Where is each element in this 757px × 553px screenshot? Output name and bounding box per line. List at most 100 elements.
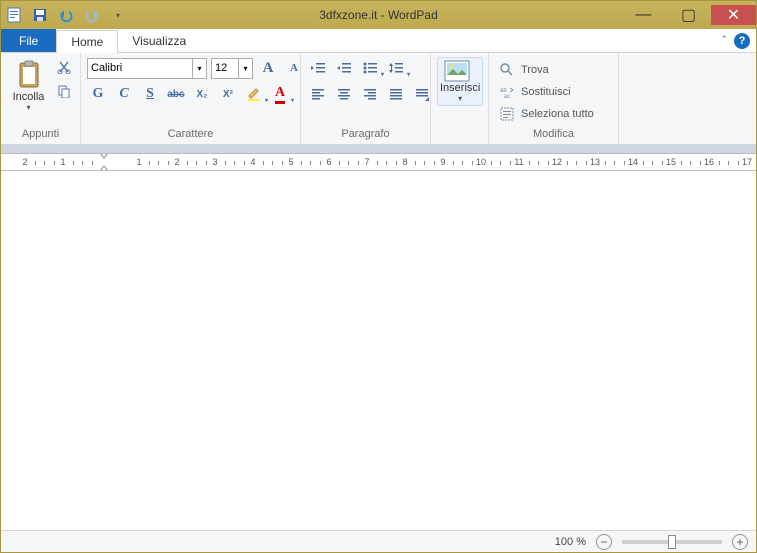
paragraph-dialog-button[interactable]: [411, 83, 433, 105]
find-button[interactable]: Trova: [495, 61, 598, 79]
paragraph-group: ▾ ▾: [301, 53, 431, 144]
ruler-number: 7: [364, 157, 369, 167]
font-size-input[interactable]: [211, 58, 239, 79]
font-color-button[interactable]: A▾: [269, 83, 291, 105]
replace-icon: abac: [499, 84, 515, 100]
editing-group: Trova abac Sostituisci Seleziona tutto: [489, 53, 619, 144]
paste-label: Incolla: [13, 91, 45, 103]
window: ▾ 3dfxzone.it - WordPad — ▢ ✕ File Home …: [0, 0, 757, 553]
ruler-number: 13: [590, 157, 600, 167]
left-margin-indicator[interactable]: [100, 153, 110, 171]
chevron-down-icon: ▾: [26, 103, 30, 112]
underline-button[interactable]: S: [139, 83, 161, 105]
bullet-list-button[interactable]: ▾: [359, 57, 381, 79]
ruler-number: 11: [514, 157, 523, 167]
clipboard-group: Incolla ▾ Appunti: [1, 53, 81, 144]
font-name-dropdown[interactable]: ▾: [193, 58, 207, 79]
align-justify-button[interactable]: [385, 83, 407, 105]
clipboard-icon: [13, 59, 45, 91]
highlight-color-button[interactable]: ▾: [243, 83, 265, 105]
replace-button[interactable]: abac Sostituisci: [495, 83, 598, 101]
clipboard-group-label: Appunti: [7, 126, 74, 142]
decrease-indent-button[interactable]: [307, 57, 329, 79]
select-all-button[interactable]: Seleziona tutto: [495, 105, 598, 123]
copy-button[interactable]: [54, 81, 74, 101]
zoom-out-button[interactable]: −: [596, 534, 612, 550]
font-group-label: Carattere: [87, 126, 294, 142]
select-all-icon: [499, 106, 515, 122]
strikethrough-button[interactable]: abc: [165, 83, 187, 105]
insert-group-label: [437, 138, 482, 142]
qat-undo-button[interactable]: [55, 4, 77, 26]
ruler-number: 12: [552, 157, 562, 167]
document-page[interactable]: [1, 171, 756, 530]
replace-label: Sostituisci: [521, 86, 571, 98]
statusbar: 100 % − +: [1, 530, 756, 552]
align-left-button[interactable]: [307, 83, 329, 105]
cut-button[interactable]: [54, 57, 74, 77]
minimize-button[interactable]: —: [621, 5, 666, 25]
ruler-number: 10: [476, 157, 486, 167]
svg-text:ac: ac: [504, 94, 510, 99]
chevron-down-icon: ▾: [458, 94, 462, 103]
font-group: ▾ ▾ A A G C S abc X₂ X²: [81, 53, 301, 144]
collapse-ribbon-button[interactable]: ˆ: [722, 35, 726, 47]
wordpad-app-icon: [7, 7, 23, 23]
align-right-button[interactable]: [359, 83, 381, 105]
subscript-button[interactable]: X₂: [191, 83, 213, 105]
qat-save-button[interactable]: [29, 4, 51, 26]
zoom-in-button[interactable]: +: [732, 534, 748, 550]
select-all-label: Seleziona tutto: [521, 108, 594, 120]
ribbon: Incolla ▾ Appunti: [1, 53, 756, 145]
ruler-number: 8: [402, 157, 407, 167]
titlebar: ▾ 3dfxzone.it - WordPad — ▢ ✕: [1, 1, 756, 29]
ruler-number: 14: [628, 157, 638, 167]
find-label: Trova: [521, 64, 549, 76]
ruler-number: 17: [742, 157, 752, 167]
insert-group: Inserisci ▾: [431, 53, 489, 144]
line-spacing-button[interactable]: ▾: [385, 57, 407, 79]
increase-indent-button[interactable]: [333, 57, 355, 79]
shrink-font-button[interactable]: A: [283, 57, 305, 79]
insert-button[interactable]: Inserisci ▾: [437, 57, 483, 106]
help-icon[interactable]: ?: [734, 33, 750, 49]
view-tab[interactable]: Visualizza: [118, 29, 200, 52]
find-icon: [499, 62, 515, 78]
ruler-number: 2: [174, 157, 179, 167]
ruler[interactable]: 211234567891011121314151617: [1, 153, 756, 171]
align-center-button[interactable]: [333, 83, 355, 105]
bold-button[interactable]: G: [87, 83, 109, 105]
zoom-percent-label: 100 %: [555, 536, 586, 548]
file-tab[interactable]: File: [1, 29, 56, 52]
ruler-number: 6: [326, 157, 331, 167]
maximize-button[interactable]: ▢: [666, 5, 711, 25]
paragraph-group-label: Paragrafo: [307, 126, 424, 142]
ruler-area: 211234567891011121314151617: [1, 145, 756, 171]
qat-customize-button[interactable]: ▾: [107, 4, 129, 26]
font-name-input[interactable]: [87, 58, 193, 79]
paste-button[interactable]: Incolla ▾: [7, 57, 50, 114]
ruler-number: 4: [250, 157, 255, 167]
document-area: [1, 171, 756, 530]
ruler-number: 1: [136, 157, 141, 167]
ruler-number: 2: [22, 157, 27, 167]
qat-redo-button[interactable]: [81, 4, 103, 26]
close-button[interactable]: ✕: [711, 5, 756, 25]
italic-button[interactable]: C: [113, 83, 135, 105]
ruler-number: 1: [60, 157, 65, 167]
superscript-button[interactable]: X²: [217, 83, 239, 105]
ruler-number: 9: [440, 157, 445, 167]
font-size-dropdown[interactable]: ▾: [239, 58, 253, 79]
window-title: 3dfxzone.it - WordPad: [319, 8, 438, 22]
editing-group-label: Modifica: [495, 126, 612, 142]
ruler-number: 15: [666, 157, 676, 167]
home-tab[interactable]: Home: [56, 30, 118, 53]
zoom-slider-thumb[interactable]: [668, 535, 676, 549]
ruler-number: 16: [704, 157, 714, 167]
grow-font-button[interactable]: A: [257, 57, 279, 79]
zoom-slider[interactable]: [622, 540, 722, 544]
ruler-number: 3: [212, 157, 217, 167]
ruler-number: 5: [288, 157, 293, 167]
ribbon-tabs: File Home Visualizza ˆ ?: [1, 29, 756, 53]
quick-access-toolbar: ▾: [29, 4, 129, 26]
